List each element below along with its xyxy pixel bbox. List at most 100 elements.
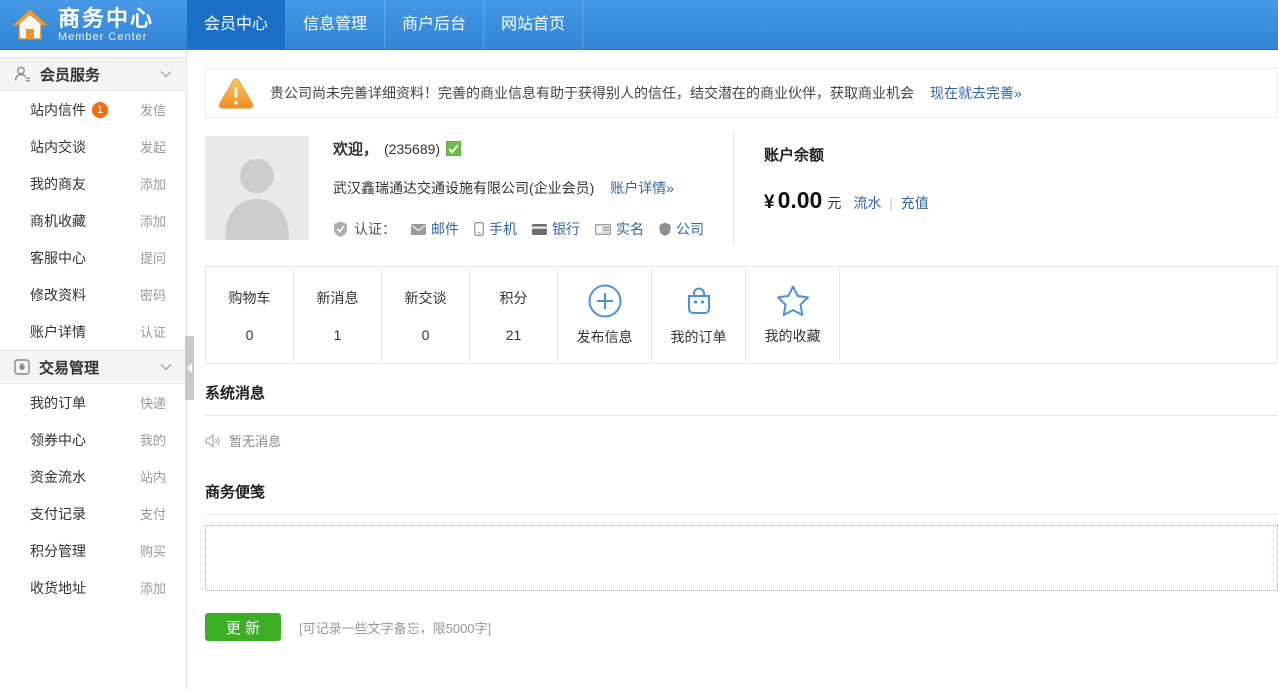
warning-triangle-icon [218,77,254,110]
top-header: 商务中心 Member Center 会员中心 信息管理 商户后台 网站首页 [0,0,1278,50]
item-action[interactable]: 认证 [140,322,166,341]
sidebar-item-payment-records[interactable]: 支付记录 支付 [0,495,186,532]
my-orders-button[interactable]: 我的订单 [652,267,746,363]
sidebar-item-site-mail[interactable]: 站内信件 1 发信 [0,91,186,128]
tab-merchant-backend[interactable]: 商户后台 [385,0,484,49]
section-title: 交易管理 [39,357,99,378]
cert-link-bank[interactable]: 银行 [532,219,580,239]
plus-circle-icon [587,283,623,319]
item-action[interactable]: 快递 [140,393,166,412]
item-label: 我的商友 [30,174,86,194]
balance-panel: 账户余额 ¥ 0.00 元 流水 | 充值 [734,132,929,244]
sidebar-item-opportunity-favorites[interactable]: 商机收藏 添加 [0,202,186,239]
member-services-list: 站内信件 1 发信 站内交谈 发起 我的商友 添加 商机收藏 添加 客服中心 提… [0,91,186,350]
sidebar-section-member-services[interactable]: 会员服务 [0,57,186,91]
cert-link-email[interactable]: 邮件 [411,219,459,239]
bank-card-icon [532,224,547,235]
system-messages-empty: 暂无消息 [205,416,1278,450]
sidebar-collapse-handle[interactable] [185,336,194,400]
action-label: 我的订单 [671,327,727,347]
section-title: 会员服务 [40,64,100,85]
item-label: 账户详情 [30,322,86,342]
tab-info-management[interactable]: 信息管理 [286,0,385,49]
stat-label: 购物车 [229,288,271,308]
item-action[interactable]: 我的 [140,430,166,449]
sidebar-item-coupon-center[interactable]: 领券中心 我的 [0,421,186,458]
publish-info-button[interactable]: 发布信息 [558,267,652,363]
sidebar-item-shipping-address[interactable]: 收货地址 添加 [0,569,186,606]
sidebar-section-trade-management[interactable]: 交易管理 [0,350,186,384]
cert-link-phone[interactable]: 手机 [474,219,517,239]
balance-unit: 元 [827,193,841,213]
currency-symbol: ¥ [764,192,775,214]
business-notes-title: 商务便笺 [205,481,1278,515]
chevron-down-icon[interactable] [160,363,172,371]
company-name: 武汉鑫瑞通达交通设施有限公司(企业会员) [333,180,594,196]
stat-new-chats[interactable]: 新交谈 0 [382,267,470,363]
main-nav: 会员中心 信息管理 商户后台 网站首页 [187,0,583,49]
item-label: 修改资料 [30,285,86,305]
item-action[interactable]: 密码 [140,285,166,304]
house-icon [12,8,48,42]
sidebar-item-my-contacts[interactable]: 我的商友 添加 [0,165,186,202]
item-action[interactable]: 添加 [140,174,166,193]
stats-filler [840,267,1277,363]
user-icon [14,66,31,82]
green-check-icon [446,141,461,156]
cert-link-company[interactable]: 公司 [659,219,704,239]
tab-member-center[interactable]: 会员中心 [187,0,286,49]
shield-icon [333,221,348,237]
sidebar-item-points-management[interactable]: 积分管理 购买 [0,532,186,569]
recharge-link[interactable]: 充值 [901,193,929,213]
action-label: 发布信息 [577,327,633,347]
stat-label: 积分 [500,288,528,308]
chevron-down-icon[interactable] [160,70,172,78]
sidebar: 会员服务 站内信件 1 发信 站内交谈 发起 我的商友 添加 商机收藏 添加 [0,50,187,689]
item-action[interactable]: 添加 [140,211,166,230]
update-button[interactable]: 更 新 [205,613,281,641]
stat-label: 新交谈 [405,288,447,308]
logo[interactable]: 商务中心 Member Center [0,0,187,49]
stat-new-messages[interactable]: 新消息 1 [294,267,382,363]
welcome-label: 欢迎， [333,138,378,159]
account-detail-link[interactable]: 账户详情» [610,180,674,196]
sidebar-item-my-orders[interactable]: 我的订单 快递 [0,384,186,421]
mail-icon [411,224,426,235]
sidebar-item-site-chat[interactable]: 站内交谈 发起 [0,128,186,165]
item-action[interactable]: 提问 [140,248,166,267]
flow-link[interactable]: 流水 [853,193,881,213]
stat-points[interactable]: 积分 21 [470,267,558,363]
complete-profile-link[interactable]: 现在就去完善» [930,83,1022,103]
stat-cart[interactable]: 购物车 0 [206,267,294,363]
stats-bar: 购物车 0 新消息 1 新交谈 0 积分 21 [205,266,1278,364]
item-label: 客服中心 [30,248,86,268]
cert-link-realname[interactable]: 实名 [595,219,644,239]
notes-hint: [可记录一些文字备忘，限5000字] [299,618,491,637]
notes-textarea[interactable] [205,525,1278,591]
sidebar-item-edit-profile[interactable]: 修改资料 密码 [0,276,186,313]
phone-icon [474,222,484,236]
my-favorites-button[interactable]: 我的收藏 [746,267,840,363]
item-action[interactable]: 站内 [140,467,166,486]
item-action[interactable]: 支付 [140,504,166,523]
item-action[interactable]: 发信 [140,100,166,119]
tab-site-home[interactable]: 网站首页 [484,0,583,49]
id-card-icon [595,224,611,235]
item-action[interactable]: 发起 [140,137,166,156]
sidebar-item-funds-flow[interactable]: 资金流水 站内 [0,458,186,495]
system-messages-title: 系统消息 [205,382,1278,416]
sidebar-item-account-details[interactable]: 账户详情 认证 [0,313,186,350]
item-action[interactable]: 添加 [140,578,166,597]
stat-label: 新消息 [317,288,359,308]
profile-section: 欢迎， (235689) 武汉鑫瑞通达交通设施有限公司(企业会员) 账户详情» [205,132,1278,244]
company-badge-icon [659,222,671,236]
empty-message-text: 暂无消息 [229,431,281,450]
item-action[interactable]: 购买 [140,541,166,560]
balance-title: 账户余额 [764,144,929,165]
balance-amount: 0.00 [778,187,823,214]
app-title: 商务中心 [58,7,154,31]
sidebar-item-service-center[interactable]: 客服中心 提问 [0,239,186,276]
separator: | [889,196,892,211]
item-label: 收货地址 [30,578,86,598]
profile-incomplete-banner: 贵公司尚未完善详细资料！完善的商业信息有助于获得别人的信任，结交潜在的商业伙伴，… [205,68,1278,118]
